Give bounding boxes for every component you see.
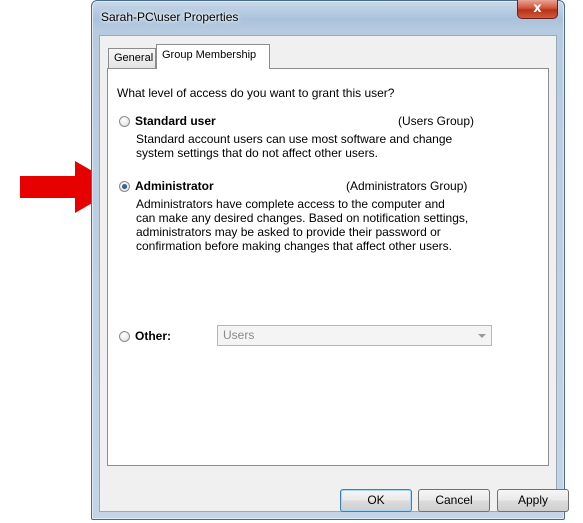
administrator-group: (Administrators Group) bbox=[346, 179, 468, 193]
dialog-client-area: General Group Membership What level of a… bbox=[99, 35, 569, 512]
other-radio[interactable] bbox=[119, 331, 130, 342]
ok-button[interactable]: OK bbox=[340, 489, 412, 512]
group-select[interactable]: Users bbox=[217, 325, 492, 346]
tab-general[interactable]: General bbox=[108, 48, 156, 68]
apply-button[interactable]: Apply bbox=[497, 489, 569, 512]
standard-user-desc-line-1: Standard account users can use most soft… bbox=[136, 132, 453, 146]
access-question: What level of access do you want to gran… bbox=[117, 86, 395, 100]
tab-general-label: General bbox=[114, 52, 154, 64]
administrator-label[interactable]: Administrator bbox=[135, 179, 214, 193]
group-select-value: Users bbox=[223, 328, 255, 342]
close-icon: x bbox=[533, 1, 542, 16]
standard-user-desc-line-2: system settings that do not affect other… bbox=[136, 146, 378, 160]
administrator-desc-line-4: confirmation before making changes that … bbox=[136, 239, 452, 253]
window-title: Sarah-PC\user Properties bbox=[101, 10, 239, 24]
standard-user-label[interactable]: Standard user bbox=[135, 114, 216, 128]
properties-dialog: Sarah-PC\user Properties x General Group… bbox=[91, 0, 569, 520]
close-button[interactable]: x bbox=[517, 0, 558, 19]
administrator-desc-line-1: Administrators have complete access to t… bbox=[136, 197, 445, 211]
other-label[interactable]: Other: bbox=[135, 329, 171, 343]
tab-group-membership[interactable]: Group Membership bbox=[156, 44, 270, 69]
radio-selected-dot bbox=[122, 184, 127, 189]
administrator-radio[interactable] bbox=[119, 181, 130, 192]
group-membership-panel: What level of access do you want to gran… bbox=[107, 68, 549, 466]
standard-user-radio[interactable] bbox=[119, 116, 130, 127]
cancel-button[interactable]: Cancel bbox=[418, 489, 490, 512]
administrator-desc-line-2: can make any desired changes. Based on n… bbox=[136, 211, 469, 225]
standard-user-group: (Users Group) bbox=[398, 114, 475, 128]
dropdown-arrow-icon bbox=[478, 334, 486, 338]
administrator-desc-line-3: administrators may be asked to provide t… bbox=[136, 225, 441, 239]
tab-group-membership-label: Group Membership bbox=[162, 49, 257, 61]
title-bar[interactable]: Sarah-PC\user Properties x bbox=[92, 0, 564, 35]
